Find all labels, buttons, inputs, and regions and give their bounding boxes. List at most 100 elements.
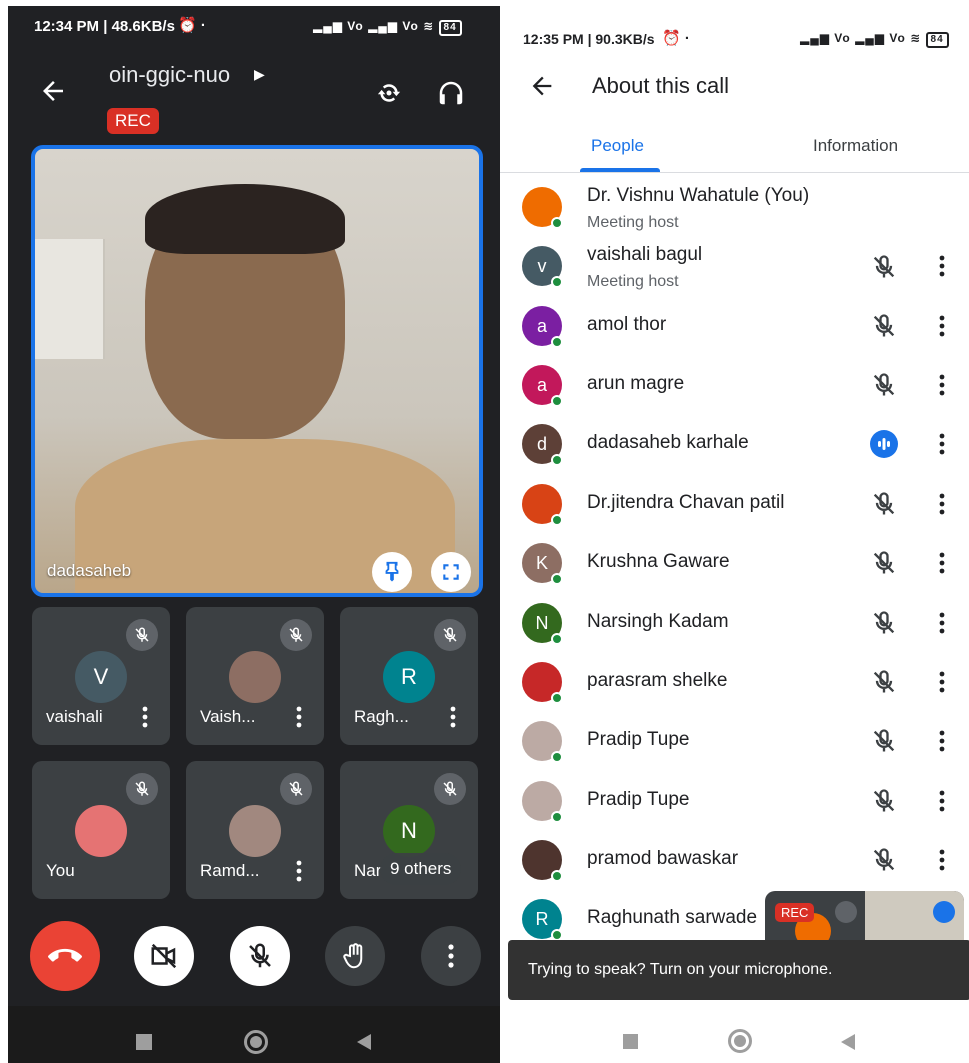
mic-off-icon <box>870 253 898 281</box>
mic-off-icon <box>870 668 898 696</box>
recents-nav-button[interactable] <box>623 1034 638 1049</box>
mic-off-icon <box>126 619 158 651</box>
mic-toggle-button[interactable] <box>230 926 290 986</box>
back-nav-button[interactable] <box>357 1034 371 1050</box>
participant-row[interactable]: K Krushna Gaware <box>500 534 969 593</box>
participant-tile[interactable]: R Ragh... <box>340 607 478 745</box>
avatar-initial: R <box>401 664 417 689</box>
online-status-dot <box>551 514 563 526</box>
participant-name: Pradip Tupe <box>587 729 690 750</box>
participant-name: Narsingh Kadam <box>587 611 729 632</box>
more-vert-icon[interactable] <box>937 551 947 575</box>
mic-off-icon <box>280 773 312 805</box>
avatar: R <box>383 651 435 703</box>
more-vert-icon[interactable] <box>937 254 947 278</box>
chevron-right-icon[interactable]: ▶ <box>254 66 265 83</box>
back-arrow-icon[interactable] <box>528 72 556 100</box>
alarm-icon: ⏰ · <box>662 30 690 47</box>
online-status-dot <box>551 633 563 645</box>
pin-button[interactable] <box>372 552 412 592</box>
participant-row[interactable]: v vaishali bagul Meeting host <box>500 237 969 296</box>
participant-row[interactable]: N Narsingh Kadam <box>500 594 969 653</box>
participant-name: Nar <box>354 861 382 880</box>
participant-row[interactable]: Pradip Tupe <box>500 772 969 831</box>
mic-off-icon <box>126 773 158 805</box>
more-vert-icon[interactable] <box>937 729 947 753</box>
others-count-chip[interactable]: 9 others <box>380 853 462 885</box>
avatar-initial: a <box>536 315 547 336</box>
more-vert-icon[interactable] <box>937 314 947 338</box>
participant-name: arun magre <box>587 373 685 394</box>
recents-nav-button[interactable] <box>136 1034 152 1050</box>
mic-off-icon <box>870 490 898 518</box>
more-vert-icon[interactable] <box>294 705 304 729</box>
mic-off-icon <box>434 773 466 805</box>
back-arrow-icon[interactable] <box>38 76 68 106</box>
tab-people[interactable]: People <box>591 136 644 156</box>
more-vert-icon[interactable] <box>937 611 947 635</box>
participant-row[interactable]: Dr. Vishnu Wahatule (You) Meeting host <box>500 178 969 237</box>
home-nav-button[interactable] <box>728 1029 752 1053</box>
participant-role: Meeting host <box>587 214 679 231</box>
more-vert-icon[interactable] <box>937 432 947 456</box>
signal-icons: ▂▄▆ Vo ▂▄▆ Vo ≋ 84 <box>800 31 949 48</box>
participant-name: vaishali bagul <box>587 244 703 265</box>
participant-row[interactable]: a amol thor <box>500 297 969 356</box>
raise-hand-button[interactable] <box>325 926 385 986</box>
participant-name: Raghunath sarwade <box>587 907 758 928</box>
more-vert-icon[interactable] <box>937 492 947 516</box>
switch-camera-icon[interactable] <box>374 78 404 108</box>
participant-tile[interactable]: Vvaishali <box>32 607 170 745</box>
meeting-code[interactable]: oin-ggic-nuo <box>109 62 230 88</box>
more-vert-icon[interactable] <box>937 789 947 813</box>
more-vert-icon <box>448 944 454 968</box>
meet-call-screen: 12:34 PM | 48.6KB/s ⏰ · ▂▄▆ Vo ▂▄▆ Vo ≋ … <box>8 6 500 1063</box>
tab-information[interactable]: Information <box>813 136 898 156</box>
android-nav-bar <box>8 1006 500 1063</box>
online-status-dot <box>551 811 563 823</box>
more-vert-icon[interactable] <box>937 848 947 872</box>
pip-video-window[interactable]: REC <box>765 891 964 946</box>
more-options-button[interactable] <box>421 926 481 986</box>
more-vert-icon[interactable] <box>937 670 947 694</box>
speaker-hair <box>145 184 345 254</box>
mic-off-icon <box>280 619 312 651</box>
participant-row[interactable]: Dr.jitendra Chavan patil <box>500 475 969 534</box>
online-status-dot <box>551 692 563 704</box>
avatar <box>229 805 281 857</box>
hand-icon <box>343 943 363 969</box>
avatar: N <box>383 805 435 857</box>
participant-row[interactable]: d dadasaheb karhale <box>500 415 969 474</box>
signal-icons: ▂▄▆ Vo ▂▄▆ Vo ≋ 84 <box>313 19 462 36</box>
more-vert-icon[interactable] <box>448 705 458 729</box>
end-call-button[interactable] <box>30 921 100 991</box>
fullscreen-button[interactable] <box>431 552 471 592</box>
more-vert-icon[interactable] <box>140 705 150 729</box>
pip-speaking-icon <box>933 901 955 923</box>
camera-toggle-button[interactable] <box>134 926 194 986</box>
avatar-initial: v <box>537 255 547 276</box>
participant-name: You <box>46 861 75 880</box>
participant-tile[interactable]: Vaish... <box>186 607 324 745</box>
online-status-dot <box>551 751 563 763</box>
more-vert-icon[interactable] <box>937 373 947 397</box>
participant-tile[interactable]: N Nar 9 others <box>340 761 478 899</box>
participant-name: pramod bawaskar <box>587 848 739 869</box>
participant-row[interactable]: pramod bawaskar <box>500 831 969 890</box>
fullscreen-icon <box>443 564 459 580</box>
participant-row[interactable]: a arun magre <box>500 356 969 415</box>
participant-tile[interactable]: Ramd... <box>186 761 324 899</box>
main-video-tile[interactable]: dadasaheb <box>31 145 483 597</box>
headphones-audio-icon[interactable] <box>436 78 466 108</box>
participant-row[interactable]: parasram shelke <box>500 653 969 712</box>
avatar: V <box>75 651 127 703</box>
participant-name: amol thor <box>587 314 667 335</box>
participant-row[interactable]: Pradip Tupe <box>500 712 969 771</box>
participant-tile[interactable]: You <box>32 761 170 899</box>
online-status-dot <box>551 870 563 882</box>
avatar-initial: d <box>536 433 547 454</box>
back-nav-button[interactable] <box>841 1034 855 1050</box>
more-vert-icon[interactable] <box>294 859 304 883</box>
home-nav-button[interactable] <box>244 1030 268 1054</box>
avatar-initial: N <box>401 818 417 843</box>
